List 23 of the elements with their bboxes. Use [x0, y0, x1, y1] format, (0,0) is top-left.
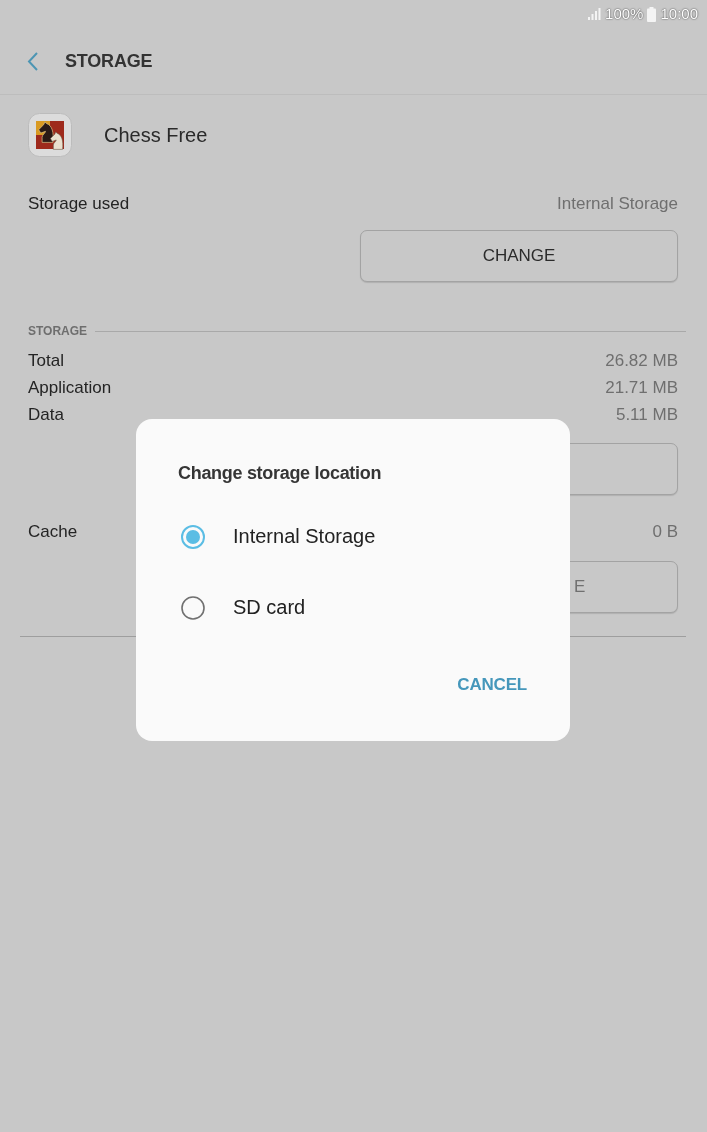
- storage-used-label: Storage used: [28, 193, 130, 215]
- storage-option[interactable]: Internal Storage: [178, 501, 527, 572]
- storage-option[interactable]: SD card: [178, 572, 527, 643]
- storage-label: Total: [28, 350, 64, 372]
- page-title: STORAGE: [65, 50, 153, 72]
- chess-app-icon[interactable]: [28, 113, 72, 157]
- radio-icon[interactable]: [181, 595, 205, 620]
- change-button[interactable]: CHANGE: [360, 230, 678, 282]
- section-header: STORAGE: [28, 324, 88, 338]
- cache-value: 0 B: [652, 521, 678, 543]
- storage-value: 21.71 MB: [605, 377, 678, 399]
- storage-location-value: Internal Storage: [557, 193, 678, 215]
- radio-icon[interactable]: [181, 524, 205, 549]
- signal-icon: [588, 8, 602, 20]
- storage-value: 5.11 MB: [615, 404, 678, 426]
- app-name: Chess Free: [104, 123, 208, 147]
- back-icon[interactable]: [27, 51, 38, 71]
- cache-label: Cache: [28, 521, 78, 543]
- storage-label: Data: [28, 404, 64, 426]
- storage-label: Application: [28, 377, 112, 399]
- storage-value: 26.82 MB: [605, 350, 678, 372]
- dialog-title: Change storage location: [178, 462, 383, 485]
- battery-icon: [647, 6, 657, 22]
